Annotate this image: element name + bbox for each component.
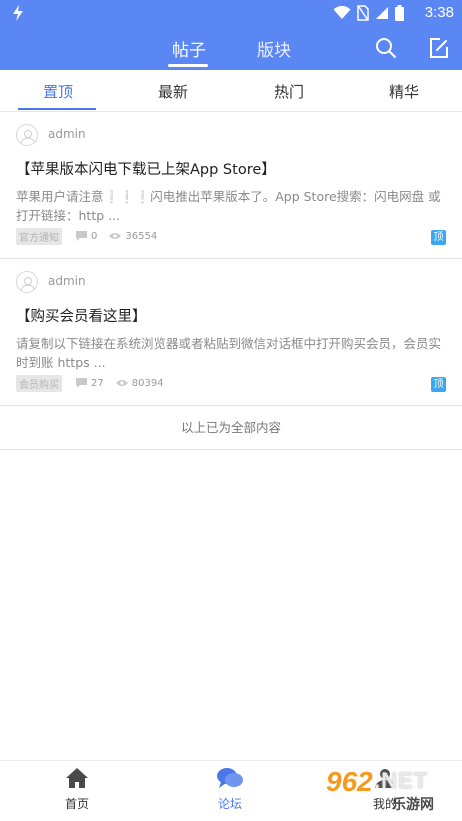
- watermark-site: 乐游网: [392, 797, 434, 813]
- nav-home[interactable]: 首页: [37, 767, 117, 812]
- eye-icon: [115, 380, 128, 386]
- user-icon: [21, 130, 35, 144]
- avatar[interactable]: [16, 271, 38, 293]
- subtab-indicator: [18, 108, 96, 110]
- nav-forum[interactable]: 论坛: [190, 767, 270, 812]
- subtab-hot[interactable]: 热门: [231, 81, 347, 102]
- subtab-featured[interactable]: 精华: [346, 81, 462, 102]
- sub-tabs: 置顶 最新 热门 精华: [0, 70, 462, 112]
- view-count: 36554: [109, 231, 157, 242]
- post-summary: 请复制以下链接在系统浏览器或者粘贴到微信对话框中打开购买会员，会员实时到账 ht…: [16, 334, 446, 372]
- comment-count-value: 0: [91, 230, 98, 242]
- avatar[interactable]: [16, 124, 38, 146]
- comment-count: 27: [76, 378, 104, 389]
- post-author[interactable]: admin: [48, 274, 86, 288]
- comment-icon: [76, 378, 87, 388]
- nav-home-label: 首页: [64, 797, 89, 811]
- comment-count-value: 27: [91, 377, 104, 389]
- status-bar: 3:38: [0, 0, 462, 26]
- comment-icon: [76, 231, 87, 241]
- home-icon: [66, 768, 88, 788]
- post-item[interactable]: admin 【苹果版本闪电下载已上架App Store】 苹果用户请注意❕❕❕闪…: [0, 112, 462, 259]
- user-icon: [21, 277, 35, 291]
- view-count-value: 80394: [131, 377, 164, 389]
- eye-icon: [109, 233, 122, 239]
- comment-count: 0: [76, 231, 97, 242]
- pinned-badge: 顶: [431, 377, 446, 392]
- summary-text: 请复制以下链接在系统浏览器或者粘贴到微信对话框中打开购买会员，会员实时到账 ht…: [16, 336, 442, 370]
- view-count-value: 36554: [125, 230, 158, 242]
- subtab-latest[interactable]: 最新: [115, 81, 231, 102]
- post-meta: 官方通知 0 36554: [16, 227, 169, 245]
- nav-forum-label: 论坛: [217, 797, 242, 811]
- summary-emoji: ❕❕❕: [103, 189, 151, 204]
- system-icons: [333, 5, 404, 21]
- post-author[interactable]: admin: [48, 127, 86, 141]
- view-count: 80394: [115, 377, 164, 389]
- wifi-icon: [333, 6, 351, 19]
- post-tag: 官方通知: [16, 227, 62, 245]
- tab-indicator: [168, 64, 208, 67]
- post-summary: 苹果用户请注意❕❕❕闪电推出苹果版本了。App Store搜索：闪电网盘 或打开…: [16, 187, 446, 225]
- summary-text: 苹果用户请注意: [16, 189, 104, 204]
- pinned-badge: 顶: [431, 230, 446, 245]
- subtab-pinned[interactable]: 置顶: [0, 81, 116, 102]
- tab-boards[interactable]: 版块: [257, 36, 291, 61]
- post-title[interactable]: 【苹果版本闪电下载已上架App Store】: [16, 158, 276, 179]
- status-time: 3:38: [424, 4, 454, 21]
- post-item[interactable]: admin 【购买会员看这里】 请复制以下链接在系统浏览器或者粘贴到微信对话框中…: [0, 259, 462, 406]
- battery-icon: [395, 5, 404, 21]
- search-icon[interactable]: [374, 36, 398, 60]
- signal-icon: [376, 7, 388, 19]
- flash-icon: [13, 5, 23, 21]
- post-meta: 会员购买 27 80394: [16, 374, 176, 392]
- top-header: 帖子 版块: [0, 26, 462, 70]
- post-title[interactable]: 【购买会员看这里】: [16, 305, 147, 326]
- end-of-list-note: 以上已为全部内容: [0, 406, 462, 450]
- site-watermark: 962 .NET 乐游网: [322, 766, 462, 816]
- watermark-number: 962: [326, 766, 373, 797]
- forum-icon: [217, 768, 243, 788]
- compose-icon[interactable]: [427, 36, 451, 60]
- tab-posts[interactable]: 帖子: [172, 36, 206, 61]
- watermark-suffix: .NET: [374, 768, 429, 793]
- no-sim-icon: [357, 5, 369, 21]
- post-tag: 会员购买: [16, 374, 62, 392]
